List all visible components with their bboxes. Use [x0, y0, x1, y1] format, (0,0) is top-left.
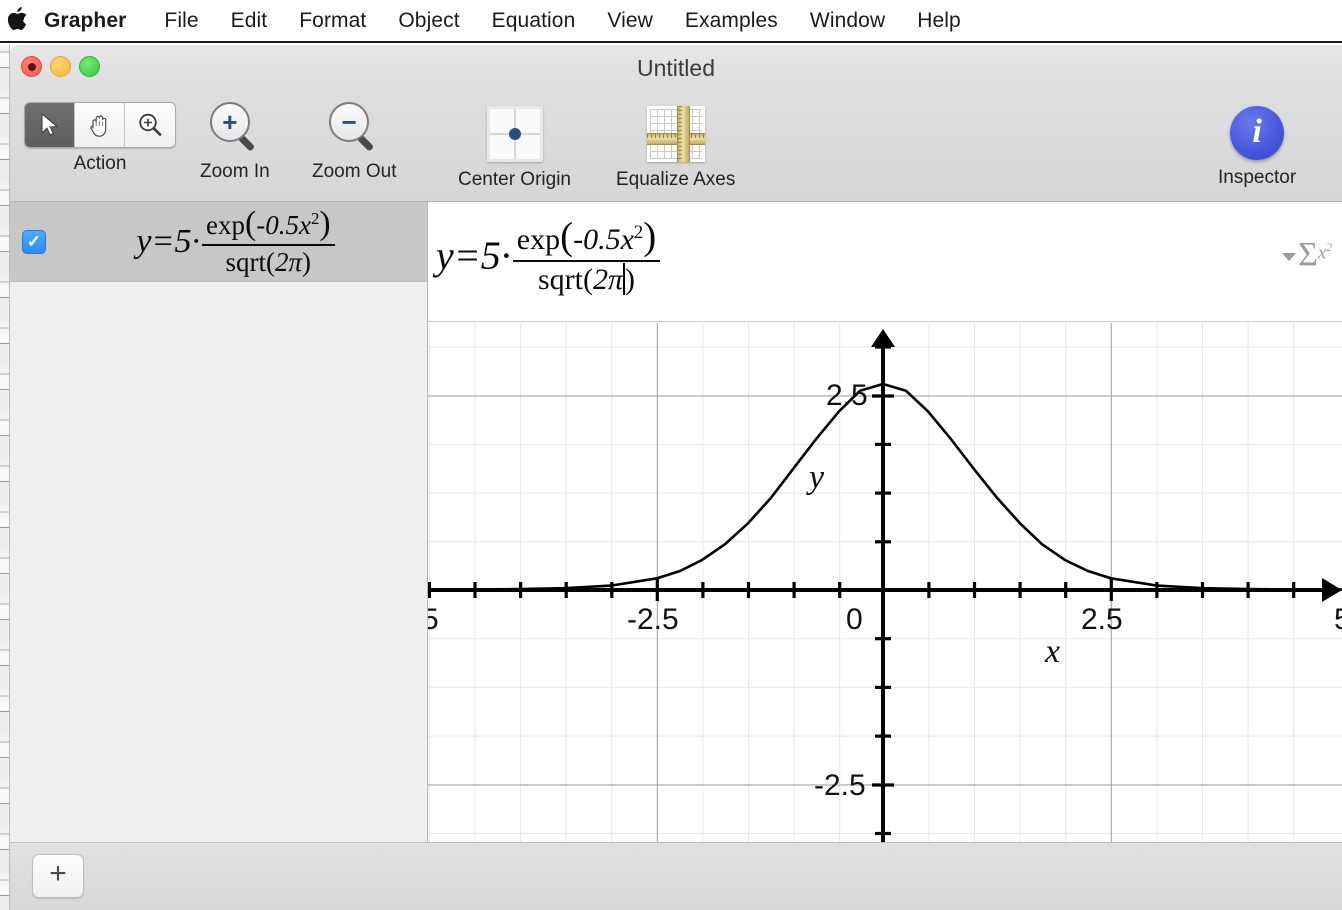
chevron-down-icon[interactable] [1282, 253, 1297, 261]
background-window-strip [0, 45, 10, 910]
list-item[interactable]: ✓ y=5· exp(-0.5x2) sqrt(2π) [10, 202, 427, 282]
content-split: ✓ y=5· exp(-0.5x2) sqrt(2π) y=5· exp(-0.… [10, 202, 1342, 910]
info-circle-icon[interactable]: i [1230, 106, 1285, 160]
sigma-x-squared-icon[interactable]: Σ x2 [1282, 238, 1332, 272]
magnifier-icon[interactable] [125, 103, 175, 147]
sigma-exp: 2 [1326, 242, 1332, 254]
menu-item-format[interactable]: Format [283, 9, 382, 33]
center-origin-label: Center Origin [458, 169, 571, 190]
sidebar-eq-num-inner: -0.5x [256, 210, 311, 240]
menu-item-equation[interactable]: Equation [476, 9, 592, 33]
action-label: Action [73, 153, 127, 174]
inspector-glyph: i [1252, 112, 1262, 150]
toolbar: Action + Zoom In − Zoom Out Center Origi… [10, 92, 1342, 202]
menu-item-examples[interactable]: Examples [669, 9, 794, 33]
toolbar-action-group: Action [24, 102, 176, 175]
menu-bar: Grapher File Edit Format Object Equation… [0, 0, 1342, 43]
graph-svg[interactable] [428, 323, 1342, 910]
menu-item-edit[interactable]: Edit [215, 9, 284, 33]
x-tick-label-zero: 0 [846, 603, 863, 636]
toolbar-center-origin[interactable]: Center Origin [458, 106, 571, 191]
eqbar-num-prefix: exp [516, 223, 561, 256]
equation-visibility-checkbox[interactable]: ✓ [22, 229, 46, 254]
eqbar-den-inner: 2π [592, 263, 623, 297]
eqbar-den-prefix: sqrt [537, 263, 583, 297]
sigma-glyph: Σ [1298, 236, 1318, 273]
eqbar-num-exp: 2 [633, 222, 644, 243]
y-axis [871, 329, 895, 910]
toolbar-zoom-in[interactable]: + Zoom In [200, 102, 270, 183]
y-axis-variable-label: y [809, 459, 825, 496]
equalize-axes-label: Equalize Axes [616, 169, 736, 190]
menu-item-grapher[interactable]: Grapher [34, 9, 148, 33]
menu-item-object[interactable]: Object [382, 9, 475, 33]
zoom-out-label: Zoom Out [312, 161, 397, 182]
arrow-pointer-icon[interactable] [25, 103, 75, 147]
menu-item-window[interactable]: Window [794, 9, 901, 33]
x-axis-variable-label: x [1045, 633, 1061, 670]
sidebar-equation[interactable]: y=5· exp(-0.5x2) sqrt(2π) [46, 205, 427, 278]
sidebar-eq-num-prefix: exp [205, 210, 245, 240]
equation-editor-bar[interactable]: y=5· exp(-0.5x2) sqrt(2π) Σ x2 [428, 202, 1342, 322]
zoom-in-sign: + [222, 107, 238, 137]
zoom-in-label: Zoom In [200, 161, 270, 182]
eqbar-lhs: y=5· [436, 233, 511, 279]
x-tick-label-neg2point5: -2.5 [627, 603, 679, 636]
magnifier-plus-icon[interactable]: + [208, 102, 262, 156]
toolbar-equalize-axes[interactable]: Equalize Axes [616, 106, 735, 191]
add-equation-button[interactable]: + [32, 854, 84, 898]
window-title: Untitled [637, 55, 715, 81]
y-tick-label-2point5: 2.5 [826, 379, 868, 412]
x-tick-label-2point5: 2.5 [1081, 603, 1123, 636]
window-titlebar: Untitled [10, 45, 1342, 92]
graph-panel: y=5· exp(-0.5x2) sqrt(2π) Σ x2 5 -2.5 0 … [428, 202, 1342, 910]
toolbar-inspector[interactable]: i Inspector [1218, 106, 1296, 189]
apple-logo-icon[interactable] [0, 7, 34, 34]
grapher-window: Untitled Action + Zoom In − Zoom Out Cen… [10, 45, 1342, 910]
y-tick-label-neg2point5: -2.5 [814, 769, 866, 802]
eqbar-num-inner: -0.5x [573, 223, 634, 256]
menu-item-view[interactable]: View [591, 9, 669, 33]
hand-grab-icon[interactable] [75, 103, 125, 147]
x-tick-label-5: 5 [1334, 603, 1342, 637]
magnifier-minus-icon[interactable]: − [327, 102, 381, 156]
bottom-bar: + [10, 842, 1342, 910]
zoom-out-sign: − [341, 107, 357, 137]
equalize-axes-icon[interactable] [646, 106, 705, 162]
plot-canvas[interactable]: 5 -2.5 0 2.5 5 2.5 -2.5 y x [428, 323, 1342, 910]
equation-sidebar: ✓ y=5· exp(-0.5x2) sqrt(2π) [10, 202, 428, 910]
equation-editor-expression[interactable]: y=5· exp(-0.5x2) sqrt(2π) [436, 214, 662, 297]
x-tick-label-neg5: 5 [428, 603, 439, 636]
menu-item-file[interactable]: File [148, 9, 214, 33]
toolbar-zoom-out[interactable]: − Zoom Out [312, 102, 396, 183]
sidebar-eq-lhs: y=5· [136, 222, 200, 260]
menu-item-help[interactable]: Help [901, 9, 977, 33]
sidebar-eq-den-inner: 2π [275, 247, 303, 277]
sidebar-eq-den-prefix: sqrt [225, 247, 267, 277]
center-origin-icon[interactable] [486, 106, 543, 162]
inspector-label: Inspector [1218, 167, 1297, 188]
action-segmented-control[interactable] [24, 102, 176, 148]
